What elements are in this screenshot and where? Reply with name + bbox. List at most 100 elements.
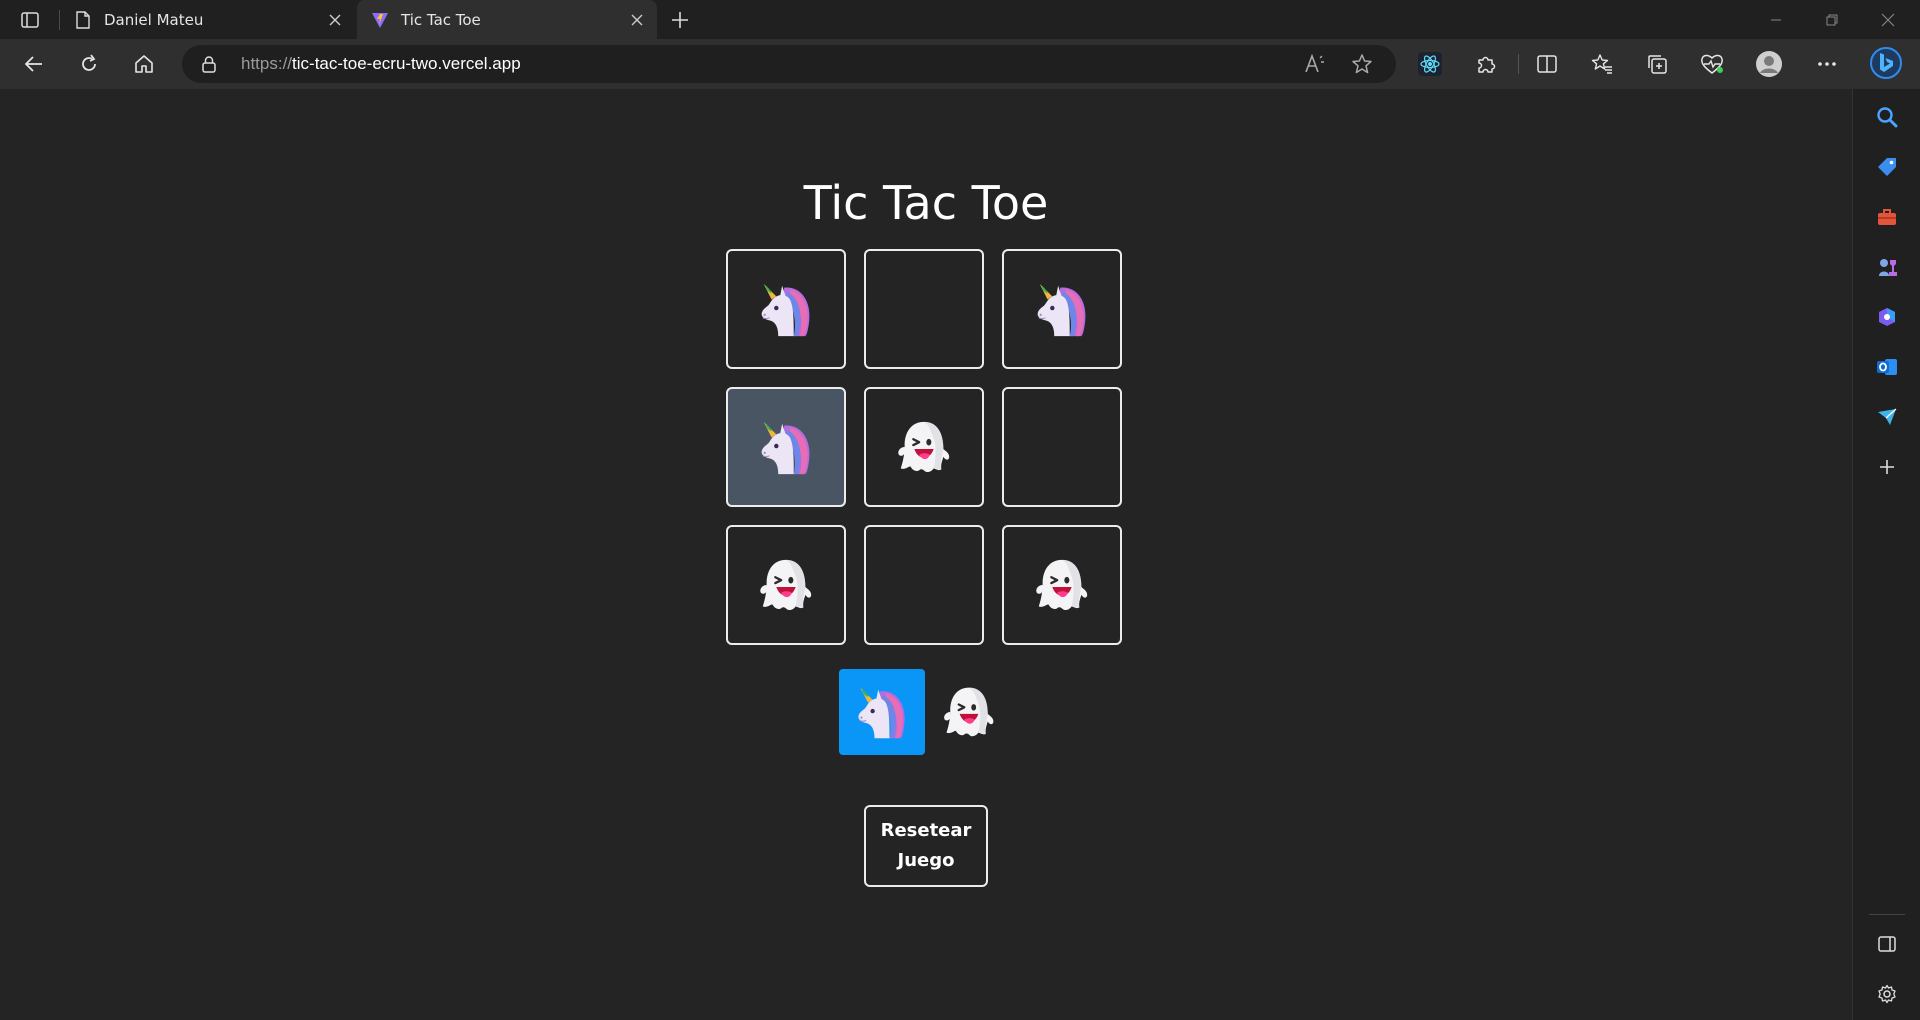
sidebar-add-button[interactable]: [1872, 452, 1902, 482]
chess-icon: [1879, 259, 1897, 276]
browser-sidebar: [1852, 89, 1920, 1020]
vite-icon: [371, 11, 389, 29]
minimize-button[interactable]: [1748, 0, 1804, 39]
sidebar-drop-button[interactable]: [1872, 402, 1902, 432]
board-cell-3[interactable]: [1002, 249, 1122, 369]
lock-icon: [202, 56, 216, 73]
favorite-star-button[interactable]: [1349, 51, 1375, 77]
reset-game-button[interactable]: Resetear Juego: [864, 805, 988, 887]
sidebar-tools-button[interactable]: [1872, 202, 1902, 232]
avatar-icon: [1756, 51, 1782, 77]
ghost-icon: [755, 554, 817, 616]
reset-label-line1: Resetear: [880, 820, 972, 841]
react-devtools-extension[interactable]: [1413, 47, 1447, 81]
split-screen-icon: [1537, 55, 1557, 73]
board-cell-5[interactable]: [864, 387, 984, 507]
board-cell-8[interactable]: [864, 525, 984, 645]
game-board: [726, 249, 1126, 649]
unicorn-icon: [755, 416, 817, 478]
toolbar-divider: [1518, 54, 1519, 74]
shopping-tag-icon: [1878, 158, 1896, 176]
url-text[interactable]: https://tic-tac-toe-ecru-two.vercel.app: [241, 54, 521, 74]
read-aloud-button[interactable]: [1302, 51, 1328, 77]
new-tab-button[interactable]: [664, 7, 696, 33]
sidebar-m365-button[interactable]: [1872, 302, 1902, 332]
close-icon: [1881, 13, 1895, 26]
ghost-icon: [893, 416, 955, 478]
unicorn-icon: [755, 278, 817, 340]
gear-icon: [1878, 984, 1896, 1004]
page-title: Tic Tac Toe: [803, 176, 1049, 230]
reset-label-line2: Juego: [897, 850, 955, 871]
bing-copilot-button[interactable]: [1868, 45, 1904, 81]
sidebar-divider: [1869, 914, 1905, 915]
more-icon: [1818, 62, 1836, 66]
page-content: Tic Tac Toe Resetear Juego: [0, 89, 1852, 1020]
close-tab-icon[interactable]: [627, 10, 647, 30]
turn-indicator-ghost: [926, 669, 1012, 755]
close-window-button[interactable]: [1860, 0, 1916, 39]
bing-icon: [1870, 47, 1902, 79]
read-aloud-icon: [1305, 54, 1324, 73]
address-bar[interactable]: https://tic-tac-toe-ecru-two.vercel.app: [182, 45, 1396, 83]
extensions-button[interactable]: [1469, 47, 1503, 81]
profile-button[interactable]: [1752, 47, 1786, 81]
collections-icon: [1648, 55, 1667, 74]
board-cell-4[interactable]: [726, 387, 846, 507]
sidebar-settings-button[interactable]: [1872, 979, 1902, 1009]
board-cell-2[interactable]: [864, 249, 984, 369]
home-button[interactable]: [127, 47, 161, 81]
heart-pulse-icon: [1701, 54, 1723, 74]
board-cell-7[interactable]: [726, 525, 846, 645]
refresh-icon: [82, 54, 96, 71]
board-cell-6[interactable]: [1002, 387, 1122, 507]
tab-title: Daniel Mateu: [104, 10, 204, 29]
hide-sidebar-button[interactable]: [1872, 929, 1902, 959]
search-icon: [1877, 107, 1898, 128]
sidebar-toggle-icon: [1878, 936, 1896, 952]
tab-tic-tac-toe[interactable]: Tic Tac Toe: [357, 0, 657, 39]
send-icon: [1878, 408, 1897, 425]
sidebar-search-button[interactable]: [1872, 102, 1902, 132]
minimize-icon: [1771, 19, 1781, 20]
puzzle-icon: [1478, 56, 1496, 73]
toolbox-icon: [1878, 209, 1896, 225]
home-icon: [135, 55, 153, 73]
browser-title-bar: Daniel Mateu Tic Tac Toe: [0, 0, 1920, 39]
settings-more-button[interactable]: [1810, 47, 1844, 81]
restore-button[interactable]: [1804, 0, 1860, 39]
unicorn-icon: [852, 682, 912, 742]
ghost-icon: [939, 682, 999, 742]
refresh-button[interactable]: [72, 47, 106, 81]
favorites-button[interactable]: [1585, 47, 1619, 81]
page-icon: [74, 10, 92, 29]
react-icon: [1418, 52, 1442, 76]
outlook-icon: [1877, 359, 1897, 375]
browser-essentials-button[interactable]: [1695, 47, 1729, 81]
sidebar-outlook-button[interactable]: [1872, 352, 1902, 382]
board-cell-9[interactable]: [1002, 525, 1122, 645]
favorites-icon: [1591, 54, 1612, 74]
board-cell-1[interactable]: [726, 249, 846, 369]
ghost-icon: [1031, 554, 1093, 616]
collections-button[interactable]: [1640, 47, 1674, 81]
url-host: tic-tac-toe-ecru-two.vercel.app: [292, 54, 521, 73]
turn-indicator-unicorn: [839, 669, 925, 755]
office-icon: [1879, 308, 1895, 326]
plus-icon: [1880, 460, 1894, 474]
tab-actions-button[interactable]: [14, 7, 46, 33]
back-arrow-icon: [24, 56, 42, 72]
sidebar-games-button[interactable]: [1872, 252, 1902, 282]
url-protocol: https://: [241, 54, 293, 73]
split-screen-button[interactable]: [1530, 47, 1564, 81]
sidebar-shopping-button[interactable]: [1872, 152, 1902, 182]
tab-actions-icon: [21, 12, 39, 28]
star-icon: [1352, 54, 1372, 74]
plus-icon: [672, 12, 688, 28]
tab-title: Tic Tac Toe: [401, 10, 481, 29]
browser-toolbar: https://tic-tac-toe-ecru-two.vercel.app: [0, 39, 1920, 89]
restore-icon: [1826, 14, 1838, 25]
tab-daniel-mateu[interactable]: Daniel Mateu: [60, 0, 355, 39]
back-button[interactable]: [17, 47, 51, 81]
close-tab-icon[interactable]: [325, 10, 345, 30]
